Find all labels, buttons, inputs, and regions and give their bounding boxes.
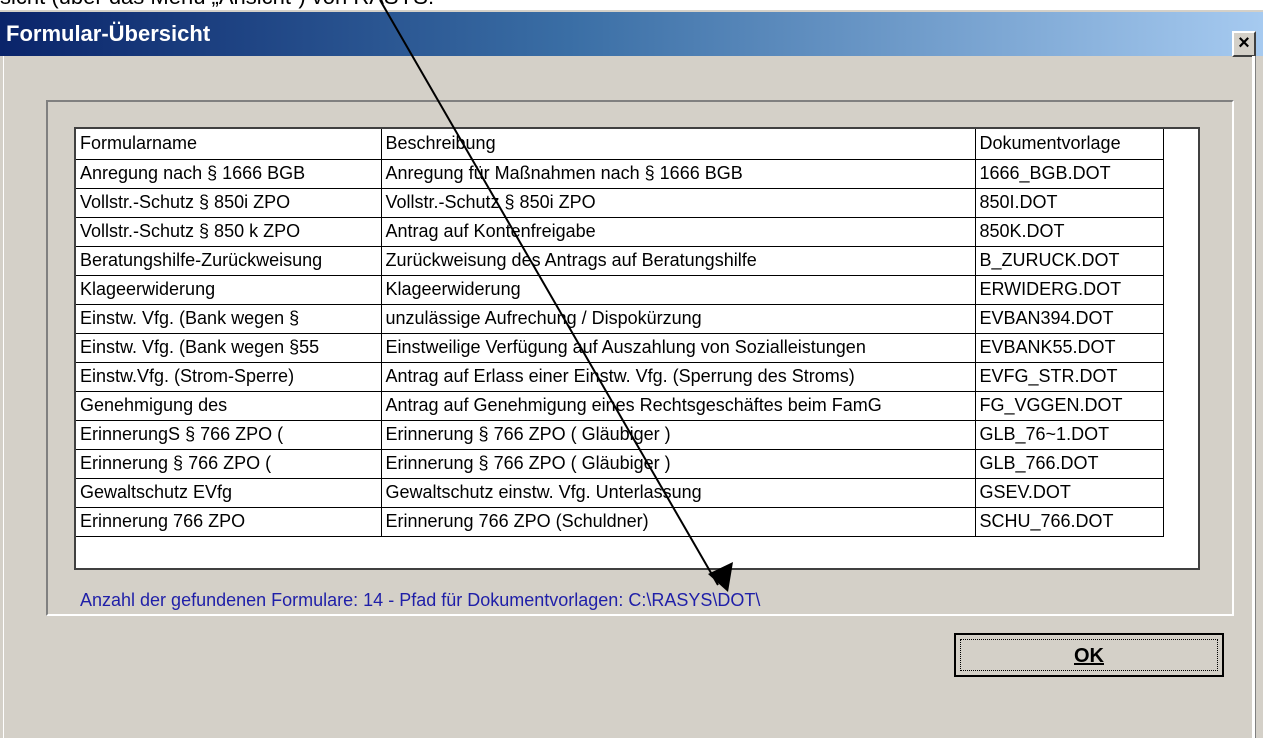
table-row[interactable]: ErinnerungS § 766 ZPO (Erinnerung § 766 … bbox=[76, 420, 1164, 450]
cell-formularname: Klageerwiderung bbox=[76, 275, 382, 305]
table-row[interactable]: Anregung nach § 1666 BGB Anregung für Maß… bbox=[76, 159, 1164, 189]
column-header-formularname[interactable]: Formularname bbox=[76, 129, 382, 160]
window-frame-left bbox=[0, 56, 4, 738]
table-row[interactable]: Einstw. Vfg. (Bank wegen §55 Einstweilige… bbox=[76, 333, 1164, 363]
cell-formularname: Anregung nach § 1666 BGB bbox=[76, 159, 382, 189]
column-header-dokumentvorlage[interactable]: Dokumentvorlage bbox=[975, 129, 1164, 160]
title-bar[interactable]: Formular-Übersicht × bbox=[0, 12, 1263, 57]
table-row[interactable]: Klageerwiderung Klageerwiderung ERWIDERG.D… bbox=[76, 275, 1164, 305]
document-caption: sicht (über das Menü „Ansicht“) von RASY… bbox=[0, 0, 1263, 8]
status-line: Anzahl der gefundenen Formulare: 14 - Pf… bbox=[80, 590, 761, 610]
cell-formularname: Beratungshilfe-Zurückweisung bbox=[76, 246, 382, 276]
cell-dokumentvorlage: GLB_766.DOT bbox=[975, 449, 1164, 479]
cell-beschreibung: Gewaltschutz einstw. Vfg. Unterlassung bbox=[381, 478, 976, 508]
close-icon: × bbox=[1238, 32, 1250, 54]
table-row[interactable]: Einstw.Vfg. (Strom-Sperre) Antrag auf Er… bbox=[76, 362, 1164, 392]
table-row[interactable]: Erinnerung § 766 ZPO (Erinnerung § 766 Z… bbox=[76, 449, 1164, 479]
ok-button[interactable]: OK bbox=[954, 633, 1224, 677]
cell-formularname: Erinnerung 766 ZPO bbox=[76, 507, 382, 537]
cell-dokumentvorlage: GLB_76~1.DOT bbox=[975, 420, 1164, 450]
cell-formularname: Einstw. Vfg. (Bank wegen § bbox=[76, 304, 382, 334]
table-header-row: Formularname Beschreibung Dokumentvorlag… bbox=[76, 129, 1164, 160]
cell-formularname: ErinnerungS § 766 ZPO ( bbox=[76, 420, 382, 450]
close-button[interactable]: × bbox=[1232, 31, 1256, 57]
cell-dokumentvorlage: B_ZURUCK.DOT bbox=[975, 246, 1164, 276]
window-frame-right bbox=[1255, 56, 1263, 738]
cell-beschreibung: Erinnerung 766 ZPO (Schuldner) bbox=[381, 507, 976, 537]
cell-beschreibung: Antrag auf Kontenfreigabe bbox=[381, 217, 976, 247]
cell-beschreibung: Antrag auf Erlass einer Einstw. Vfg. (Sp… bbox=[381, 362, 976, 392]
table-row[interactable]: Beratungshilfe-Zurückweisung Zurückweisun… bbox=[76, 246, 1164, 276]
column-header-beschreibung[interactable]: Beschreibung bbox=[381, 129, 976, 160]
table-row[interactable]: Einstw. Vfg. (Bank wegen § unzulässige A… bbox=[76, 304, 1164, 334]
cell-beschreibung: Erinnerung § 766 ZPO ( Gläubiger ) bbox=[381, 449, 976, 479]
cell-dokumentvorlage: EVBANK55.DOT bbox=[975, 333, 1164, 363]
cell-formularname: Erinnerung § 766 ZPO ( bbox=[76, 449, 382, 479]
table-row[interactable]: Erinnerung 766 ZPO Erinnerung 766 ZPO (Sc… bbox=[76, 507, 1164, 537]
cell-dokumentvorlage: 850K.DOT bbox=[975, 217, 1164, 247]
cell-dokumentvorlage: EVFG_STR.DOT bbox=[975, 362, 1164, 392]
table-row[interactable]: Genehmigung des Antrag auf Genehmigung ei… bbox=[76, 391, 1164, 421]
window-title: Formular-Übersicht bbox=[6, 21, 211, 46]
table-row[interactable]: Vollstr.-Schutz § 850 k ZPO Antrag auf Ko… bbox=[76, 217, 1164, 247]
cell-dokumentvorlage: EVBAN394.DOT bbox=[975, 304, 1164, 334]
cell-beschreibung: Klageerwiderung bbox=[381, 275, 976, 305]
form-list-grid[interactable]: Formularname Beschreibung Dokumentvorlag… bbox=[74, 127, 1200, 570]
cell-dokumentvorlage: ERWIDERG.DOT bbox=[975, 275, 1164, 305]
cell-beschreibung: Vollstr.-Schutz § 850i ZPO bbox=[381, 188, 976, 218]
cell-dokumentvorlage: FG_VGGEN.DOT bbox=[975, 391, 1164, 421]
cell-formularname: Gewaltschutz EVfg bbox=[76, 478, 382, 508]
cell-formularname: Einstw. Vfg. (Bank wegen §55 bbox=[76, 333, 382, 363]
ok-button-focus: OK bbox=[960, 639, 1218, 671]
cell-dokumentvorlage: 850I.DOT bbox=[975, 188, 1164, 218]
cell-beschreibung: Anregung für Maßnahmen nach § 1666 BGB bbox=[381, 159, 976, 189]
cell-formularname: Vollstr.-Schutz § 850 k ZPO bbox=[76, 217, 382, 247]
ok-button-label: OK bbox=[1074, 645, 1104, 667]
form-table: Formularname Beschreibung Dokumentvorlag… bbox=[76, 129, 1164, 537]
cell-beschreibung: Zurückweisung des Antrags auf Beratungsh… bbox=[381, 246, 976, 276]
cell-beschreibung: unzulässige Aufrechung / Dispokürzung bbox=[381, 304, 976, 334]
cell-dokumentvorlage: 1666_BGB.DOT bbox=[975, 159, 1164, 189]
cell-formularname: Einstw.Vfg. (Strom-Sperre) bbox=[76, 362, 382, 392]
cell-beschreibung: Erinnerung § 766 ZPO ( Gläubiger ) bbox=[381, 420, 976, 450]
cell-dokumentvorlage: SCHU_766.DOT bbox=[975, 507, 1164, 537]
table-body: Anregung nach § 1666 BGB Anregung für Maß… bbox=[76, 159, 1164, 537]
cell-dokumentvorlage: GSEV.DOT bbox=[975, 478, 1164, 508]
table-row[interactable]: Gewaltschutz EVfg Gewaltschutz einstw. Vf… bbox=[76, 478, 1164, 508]
cell-formularname: Genehmigung des bbox=[76, 391, 382, 421]
cell-beschreibung: Einstweilige Verfügung auf Auszahlung vo… bbox=[381, 333, 976, 363]
table-row[interactable]: Vollstr.-Schutz § 850i ZPO Vollstr.-Schut… bbox=[76, 188, 1164, 218]
cell-beschreibung: Antrag auf Genehmigung eines Rechtsgesch… bbox=[381, 391, 976, 421]
cell-formularname: Vollstr.-Schutz § 850i ZPO bbox=[76, 188, 382, 218]
